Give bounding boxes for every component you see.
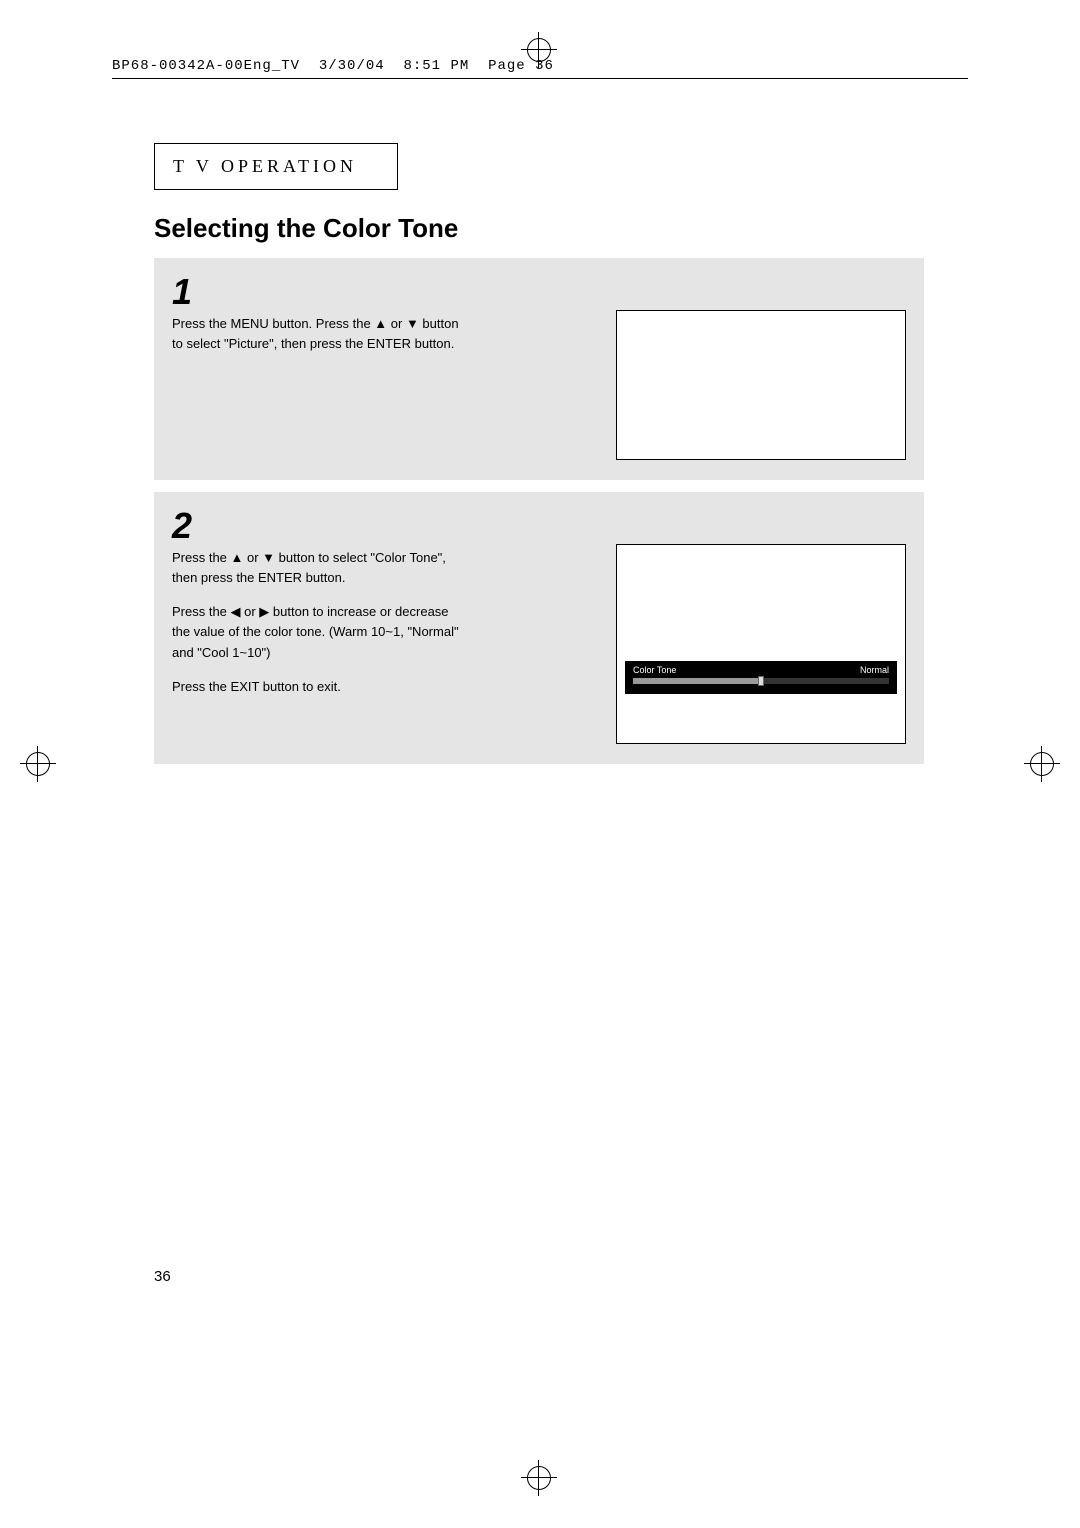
step-number: 1 <box>172 274 906 310</box>
step-row: Press the MENU button. Press the ▲ or ▼ … <box>172 310 906 460</box>
step-text: Press the MENU button. Press the ▲ or ▼ … <box>172 310 472 368</box>
page-number: 36 <box>154 1268 171 1285</box>
step-block-1: 1 Press the MENU button. Press the ▲ or … <box>154 258 924 480</box>
osd-row: Color Tone Normal <box>633 665 889 675</box>
osd-label: Color Tone <box>633 665 676 675</box>
step-row: Press the ▲ or ▼ button to select "Color… <box>172 544 906 744</box>
header-date: 3/30/04 <box>319 58 385 74</box>
step-paragraph: Press the EXIT button to exit. <box>172 677 462 697</box>
osd-value: Normal <box>860 665 889 675</box>
page-title: Selecting the Color Tone <box>154 213 924 244</box>
registration-mark-icon <box>521 1460 557 1496</box>
step-paragraph: Press the MENU button. Press the ▲ or ▼ … <box>172 314 462 354</box>
registration-mark-icon <box>20 746 56 782</box>
step-paragraph: Press the ▲ or ▼ button to select "Color… <box>172 548 462 588</box>
registration-mark-icon <box>1024 746 1060 782</box>
slider-knob <box>758 676 764 686</box>
section-label-tv: T V O <box>173 156 238 176</box>
step-text: Press the ▲ or ▼ button to select "Color… <box>172 544 472 711</box>
osd-color-tone-bar: Color Tone Normal <box>625 661 897 694</box>
registration-mark-icon <box>521 32 557 68</box>
step-paragraph: Press the ◀ or ▶ button to increase or d… <box>172 602 462 662</box>
content-area: Selecting the Color Tone 1 Press the MEN… <box>154 213 924 776</box>
header-time: 8:51 PM <box>403 58 469 74</box>
section-label: T V OPERATION <box>154 143 398 190</box>
step-number: 2 <box>172 508 906 544</box>
header-file: BP68-00342A-00Eng_TV <box>112 58 300 74</box>
osd-screenshot: Color Tone Normal <box>616 544 906 744</box>
step-block-2: 2 Press the ▲ or ▼ button to select "Col… <box>154 492 924 764</box>
osd-slider <box>633 678 889 684</box>
osd-screenshot-placeholder <box>616 310 906 460</box>
slider-fill <box>633 678 761 684</box>
manual-page: BP68-00342A-00Eng_TV 3/30/04 8:51 PM Pag… <box>54 18 1026 1510</box>
section-label-operation: PERATION <box>238 156 357 176</box>
